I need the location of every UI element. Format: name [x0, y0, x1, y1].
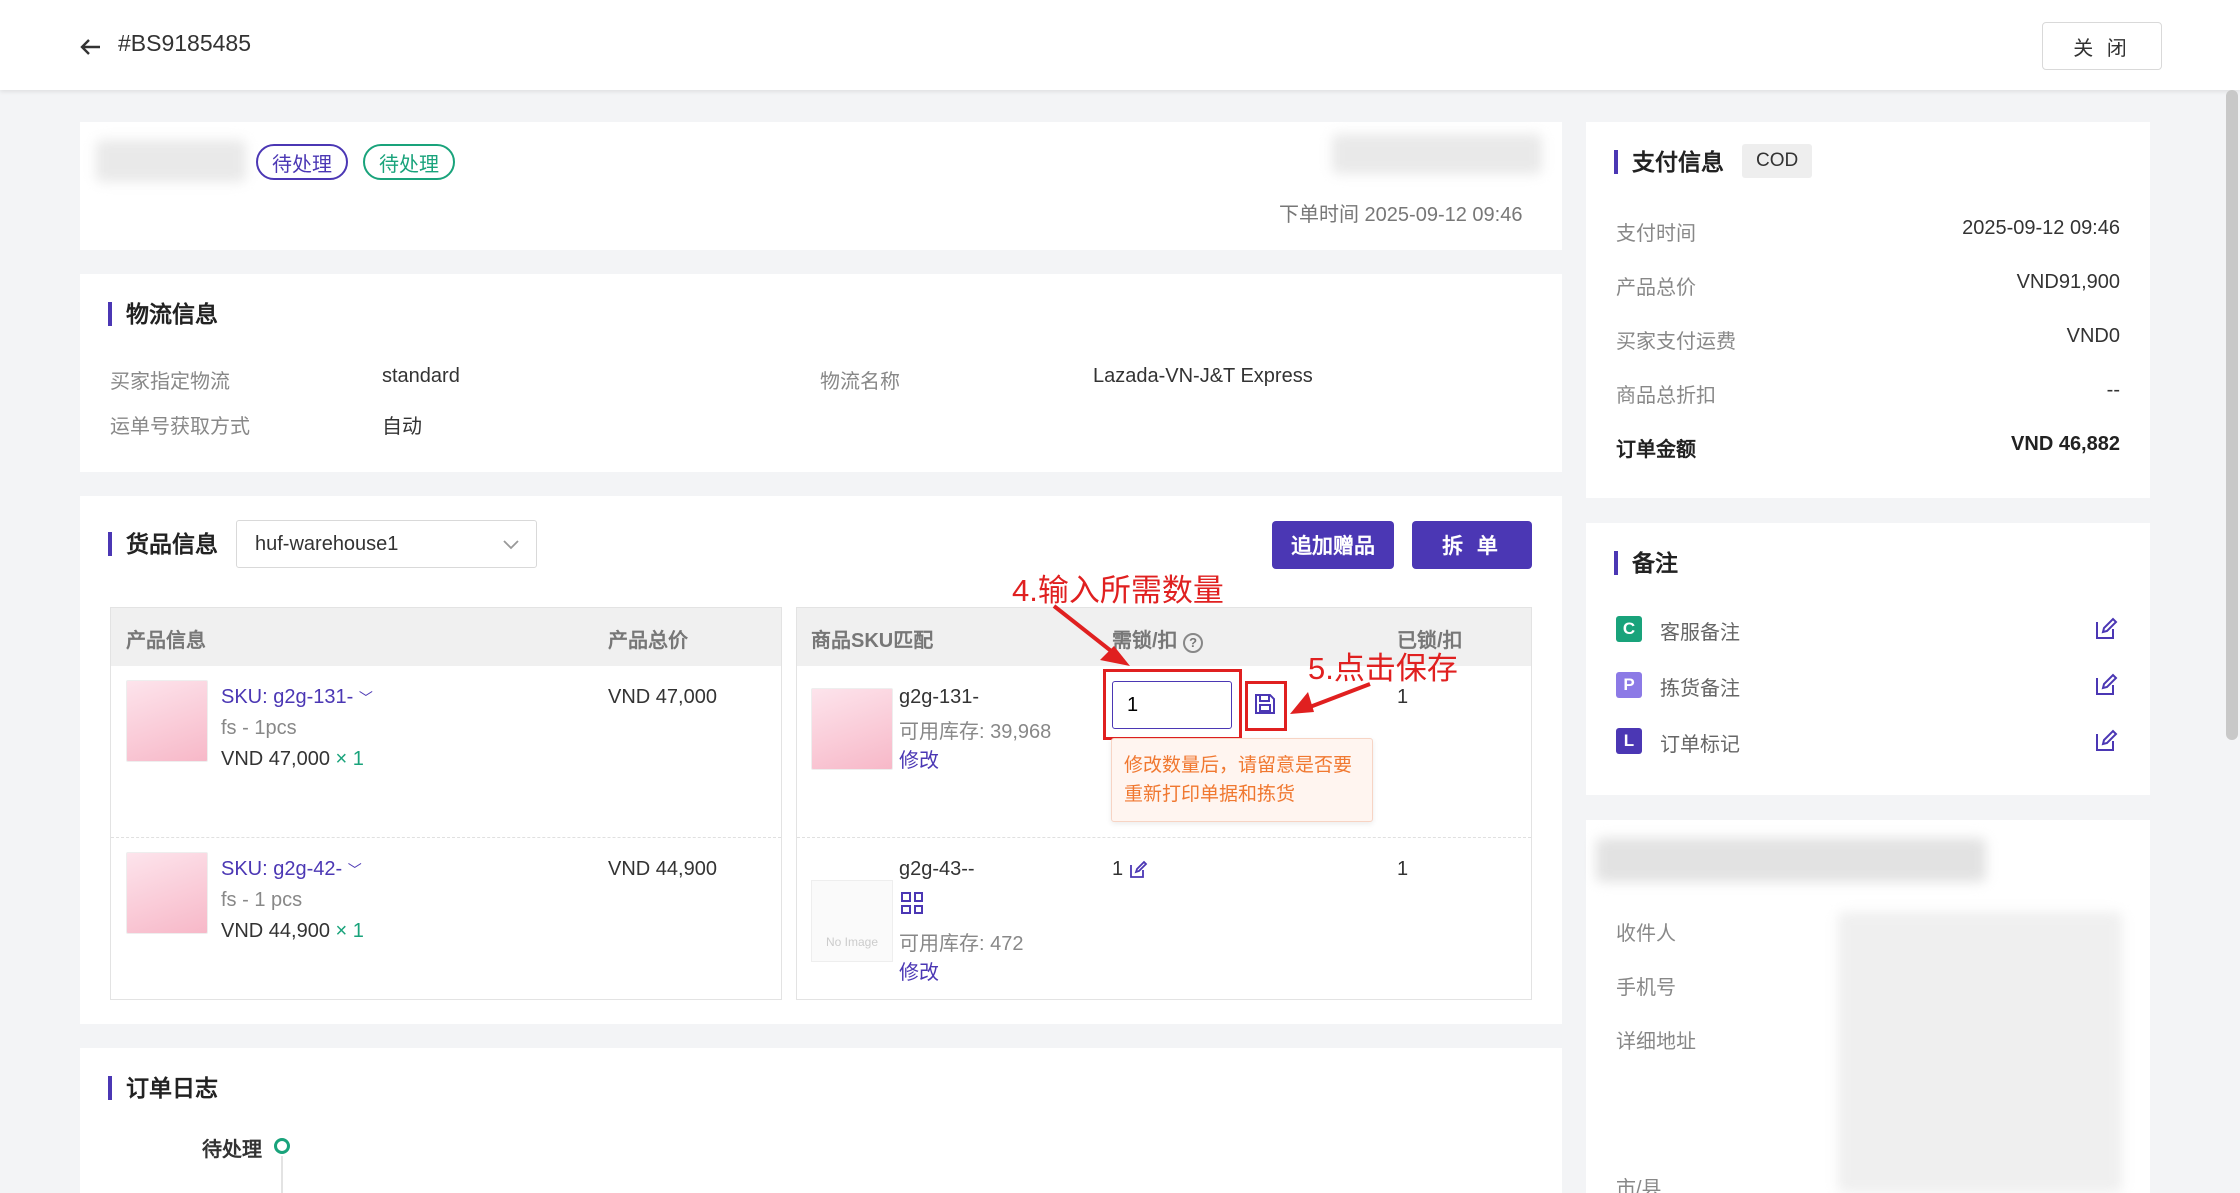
product-spec-2: fs - 1 pcs: [221, 889, 303, 911]
times-icon: ×: [335, 920, 348, 942]
order-amount-label: 订单金额: [1616, 439, 1696, 461]
status-tag-pending-green: 待处理: [363, 144, 455, 180]
payment-method-badge: COD: [1742, 144, 1813, 178]
shipping-fee-value: VND0: [2066, 325, 2120, 347]
top-bar: [0, 0, 2240, 90]
warning-tooltip: 修改数量后，请留意是否要重新打印单据和拣货: [1111, 738, 1373, 822]
edit-icon[interactable]: [1128, 860, 1148, 880]
status-tag-pending: 待处理: [256, 144, 348, 180]
picking-note-icon: P: [1616, 672, 1642, 698]
logistics-title: 物流信息: [108, 302, 218, 326]
discount-label: 商品总折扣: [1616, 385, 1716, 407]
buyer-logistics-label: 买家指定物流: [110, 371, 230, 393]
stock-2: 可用库存: 472: [899, 933, 1024, 955]
modify-link-1[interactable]: 修改: [899, 744, 939, 773]
payment-time-label: 支付时间: [1616, 223, 1696, 245]
discount-value: --: [2106, 379, 2120, 401]
platform-order-id-blurred: [1332, 134, 1542, 174]
chevron-down-icon: ﹀: [347, 862, 362, 878]
product-qty-1: 1: [352, 748, 364, 770]
page-scrollbar[interactable]: [2226, 90, 2238, 740]
locked-qty-1: 1: [1397, 686, 1409, 708]
chevron-down-icon: ﹀: [358, 690, 373, 706]
row-divider: [111, 837, 781, 838]
product-thumbnail: [126, 852, 208, 934]
product-price-2: VND 44,900 × 1: [221, 920, 364, 942]
product-total-label: 产品总价: [1616, 277, 1696, 299]
receiver-header-blurred: [1596, 838, 1986, 882]
close-button[interactable]: 关 闭: [2042, 22, 2162, 70]
edit-icon[interactable]: [2093, 672, 2119, 698]
product-thumbnail: [126, 680, 208, 762]
locked-qty-2: 1: [1397, 858, 1409, 880]
no-image-placeholder: No Image: [811, 880, 893, 962]
annotation-arrows: [1052, 604, 1371, 714]
back-arrow-icon[interactable]: [76, 32, 106, 62]
tracking-method-value: 自动: [382, 416, 422, 438]
tracking-method-label: 运单号获取方式: [110, 416, 250, 438]
store-avatar-blurred: [96, 140, 246, 182]
logistics-name-label: 物流名称: [820, 371, 900, 393]
edit-icon[interactable]: [2093, 616, 2119, 642]
shipping-fee-label: 买家支付运费: [1616, 331, 1736, 353]
order-amount-value: VND 46,882: [2011, 433, 2120, 455]
row-divider: [797, 837, 1531, 838]
order-mark-label: 订单标记: [1660, 734, 1740, 756]
receiver-city-label: 市/县: [1616, 1178, 1662, 1193]
buyer-logistics-value: standard: [382, 365, 460, 387]
picking-note-label: 拣货备注: [1660, 678, 1740, 700]
split-order-button[interactable]: 拆 单: [1412, 521, 1532, 569]
grid-icon[interactable]: [901, 892, 923, 914]
logistics-name-value: Lazada-VN-J&T Express: [1093, 365, 1313, 387]
col-product-total: 产品总价: [608, 630, 688, 652]
timeline-line: [281, 1156, 283, 1193]
no-image-text: No Image: [825, 935, 879, 949]
order-time: 下单时间 2025-09-12 09:46: [1279, 204, 1523, 226]
modify-link-2[interactable]: 修改: [899, 956, 939, 985]
warehouse-select[interactable]: huf-warehouse1: [236, 520, 537, 568]
stock-1: 可用库存: 39,968: [899, 721, 1052, 743]
receiver-address-label: 详细地址: [1616, 1031, 1696, 1053]
product-total-value: VND91,900: [2016, 271, 2120, 293]
payment-title: 支付信息: [1614, 150, 1724, 174]
sku-link-1[interactable]: SKU: g2g-131- ﹀: [221, 686, 373, 709]
payment-time-value: 2025-09-12 09:46: [1962, 217, 2120, 239]
product-total-2: VND 44,900: [608, 858, 717, 880]
col-product-info: 产品信息: [126, 630, 206, 652]
tooltip-text: 修改数量后，请留意是否要重新打印单据和拣货: [1124, 755, 1353, 805]
receiver-phone-label: 手机号: [1616, 977, 1676, 999]
customer-service-note-icon: C: [1616, 616, 1642, 642]
order-mark-icon: L: [1616, 728, 1642, 754]
warehouse-value: huf-warehouse1: [255, 533, 399, 555]
chevron-down-icon: [503, 540, 519, 550]
need-lock-qty-2: 1: [1112, 858, 1124, 880]
goods-title: 货品信息: [108, 532, 218, 556]
col-sku-match: 商品SKU匹配: [811, 630, 934, 652]
order-number: #BS9185485: [118, 30, 252, 56]
match-sku-1: g2g-131-: [899, 686, 980, 708]
order-log-card: [80, 1048, 1562, 1193]
product-qty-2: 1: [352, 920, 364, 942]
sku-link-2[interactable]: SKU: g2g-42- ﹀: [221, 858, 362, 881]
match-sku-2: g2g-43--: [899, 858, 975, 880]
product-spec-1: fs - 1pcs: [221, 717, 297, 739]
edit-icon[interactable]: [2093, 728, 2119, 754]
notes-title: 备注: [1614, 551, 1678, 575]
sku-thumbnail: [811, 688, 893, 770]
customer-service-note-label: 客服备注: [1660, 622, 1740, 644]
times-icon: ×: [335, 748, 348, 770]
add-gift-button[interactable]: 追加赠品: [1272, 521, 1394, 569]
receiver-details-blurred: [1838, 912, 2122, 1193]
timeline-dot: [274, 1138, 290, 1154]
product-total-1: VND 47,000: [608, 686, 717, 708]
log-status: 待处理: [202, 1139, 262, 1161]
order-log-title: 订单日志: [108, 1076, 218, 1100]
product-price-1: VND 47,000 × 1: [221, 748, 364, 770]
receiver-name-label: 收件人: [1616, 923, 1676, 945]
